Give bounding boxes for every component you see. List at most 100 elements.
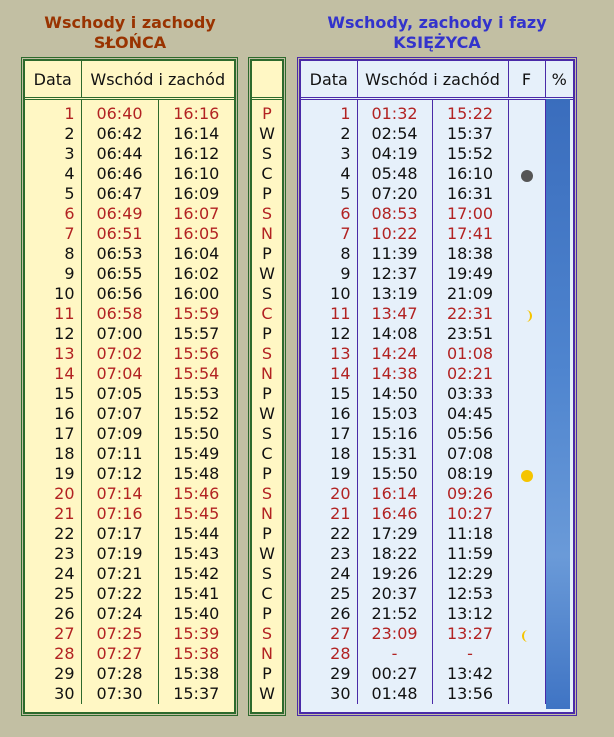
moonset-cell: 23:51 [431,324,508,344]
sun-row: 8 06:53 16:04 [25,244,234,264]
weekday-cell: P [262,104,272,123]
moonset-cell: 11:59 [431,544,508,564]
sunset-cell: 15:48 [157,464,234,484]
moonrise-cell: 08:53 [356,204,432,224]
sun-row: 13 07:02 15:56 [25,344,234,364]
moonset-cell: 12:53 [431,584,508,604]
sun-date-cell: 1 [64,104,75,123]
moonrise-cell: 14:08 [356,324,432,344]
weekday-cell: W [259,404,275,423]
weekday-cell: W [259,124,275,143]
sun-date-cell: 8 [64,244,75,263]
moonset-cell: 15:52 [431,144,508,164]
sunset-cell: 15:45 [157,504,234,524]
moon-date-cell: 15 [330,384,351,403]
moon-row: 17 15:16 05:56 [301,424,573,444]
moon-date-cell: 13 [330,344,351,363]
weekday-cell: W [259,544,275,563]
sunrise-cell: 07:21 [80,564,158,584]
sunset-cell: 15:46 [157,484,234,504]
sunset-cell: 16:14 [157,124,234,144]
sunrise-cell: 06:55 [80,264,158,284]
weekday-row: W [252,544,282,564]
moonrise-cell: 12:37 [356,264,432,284]
sunset-cell: 15:37 [157,684,234,704]
moon-phase-cell [507,344,545,364]
moon-row: 23 18:22 11:59 [301,544,573,564]
sun-row: 26 07:24 15:40 [25,604,234,624]
sun-row: 17 07:09 15:50 [25,424,234,444]
moon-row: 9 12:37 19:49 [301,264,573,284]
sun-row: 25 07:22 15:41 [25,584,234,604]
moonrise-cell: 23:09 [356,624,432,644]
weekday-row: P [252,604,282,624]
moon-date-cell: 26 [330,604,351,623]
moon-row: 19 15:50 08:19 [301,464,573,484]
weekday-row: C [252,584,282,604]
sun-date-cell: 12 [54,324,75,343]
moon-date-cell: 6 [340,204,351,223]
sunrise-cell: 06:49 [80,204,158,224]
sunrise-cell: 06:53 [80,244,158,264]
moon-phase-cell [507,484,545,504]
sun-date-cell: 22 [54,524,75,543]
moonset-cell: 21:09 [431,284,508,304]
moon-row: 22 17:29 11:18 [301,524,573,544]
moonrise-cell: 04:19 [356,144,432,164]
sun-date-cell: 11 [54,304,75,323]
sun-date-cell: 10 [54,284,75,303]
sun-row: 3 06:44 16:12 [25,144,234,164]
sun-date-cell: 25 [54,584,75,603]
moonrise-cell: 20:37 [356,584,432,604]
moon-percent-header: % [544,61,573,100]
sunset-cell: 16:02 [157,264,234,284]
moon-date-cell: 24 [330,564,351,583]
moon-row: 21 16:46 10:27 [301,504,573,524]
sun-date-cell: 26 [54,604,75,623]
moon-row: 7 10:22 17:41 [301,224,573,244]
sun-row: 28 07:27 15:38 [25,644,234,664]
weekday-cell: S [261,284,273,303]
moonset-cell: 04:45 [431,404,508,424]
moon-date-cell: 8 [340,244,351,263]
weekday-cell: P [262,244,272,263]
sun-date-cell: 18 [54,444,75,463]
sunrise-cell: 07:19 [80,544,158,564]
moon-phase-cell [507,624,545,644]
sun-date-cell: 4 [64,164,75,183]
sun-date-cell: 28 [54,644,75,663]
sun-row: 24 07:21 15:42 [25,564,234,584]
moonset-cell: 07:08 [431,444,508,464]
sun-row: 30 07:30 15:37 [25,684,234,704]
moonrise-cell: 15:50 [356,464,432,484]
sunset-cell: 16:12 [157,144,234,164]
sunset-cell: 15:38 [157,644,234,664]
moon-phase-cell [507,124,545,144]
moonrise-cell: 17:29 [356,524,432,544]
weekday-row: S [252,344,282,364]
sunrise-cell: 07:27 [80,644,158,664]
weekday-row: S [252,624,282,644]
weekday-cell: W [259,264,275,283]
weekday-row: S [252,144,282,164]
moon-subtitle: KSIĘŻYCA [393,33,481,52]
moonset-cell: 13:27 [431,624,508,644]
sunset-cell: 16:04 [157,244,234,264]
new-moon-icon [520,168,534,182]
moon-row: 27 23:09 13:27 [301,624,573,644]
sunrise-cell: 07:24 [80,604,158,624]
sunset-cell: 15:38 [157,664,234,684]
weekday-row: P [252,524,282,544]
sun-times-header: Wschód i zachód [80,61,234,100]
sunrise-cell: 07:09 [80,424,158,444]
sun-table-panel: Data Wschód i zachód 1 06:40 16:16 2 06:… [21,57,238,716]
moon-phase-cell [507,244,545,264]
moon-phase-cell [507,98,545,124]
moon-date-cell: 11 [330,304,351,323]
weekday-cell: P [262,604,272,623]
moonset-cell: 12:29 [431,564,508,584]
sunrise-cell: 06:42 [80,124,158,144]
moon-date-cell: 30 [330,684,351,703]
sun-row: 9 06:55 16:02 [25,264,234,284]
moon-phase-cell [507,384,545,404]
